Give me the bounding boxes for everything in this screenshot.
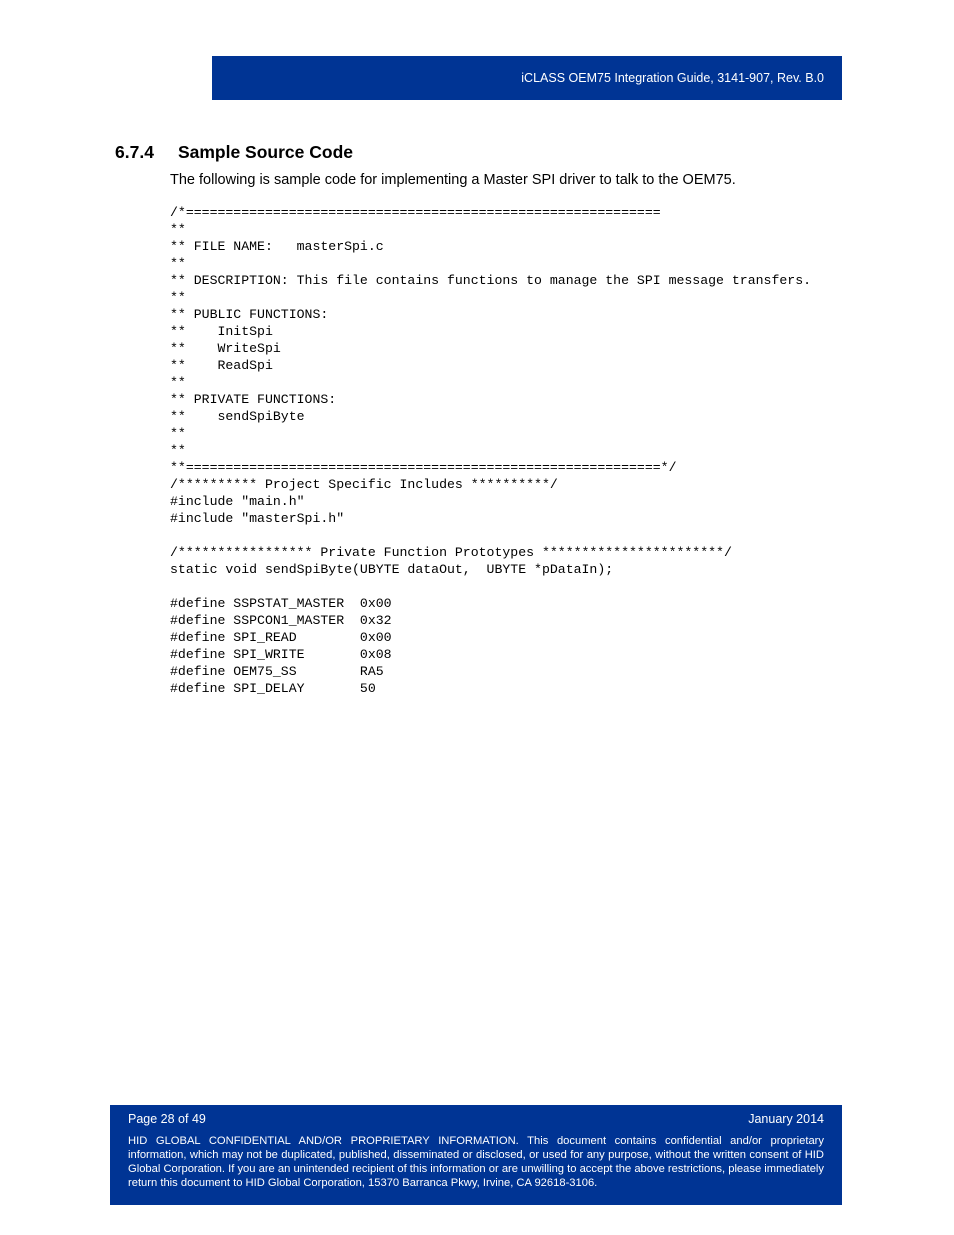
document-footer-bar: Page 28 of 49 January 2014 HID GLOBAL CO… [110,1105,842,1205]
section-number: 6.7.4 [115,142,154,163]
section-heading: 6.7.4 Sample Source Code [115,142,353,163]
footer-top-row: Page 28 of 49 January 2014 [110,1105,842,1131]
confidentiality-notice: HID GLOBAL CONFIDENTIAL AND/OR PROPRIETA… [110,1131,842,1196]
section-title: Sample Source Code [178,142,353,162]
page-number: Page 28 of 49 [128,1112,206,1126]
section-intro-text: The following is sample code for impleme… [170,172,736,188]
document-title: iCLASS OEM75 Integration Guide, 3141-907… [521,71,824,85]
document-header-bar: iCLASS OEM75 Integration Guide, 3141-907… [212,56,842,100]
footer-date: January 2014 [748,1112,824,1126]
sample-source-code-block: /*======================================… [170,204,899,697]
